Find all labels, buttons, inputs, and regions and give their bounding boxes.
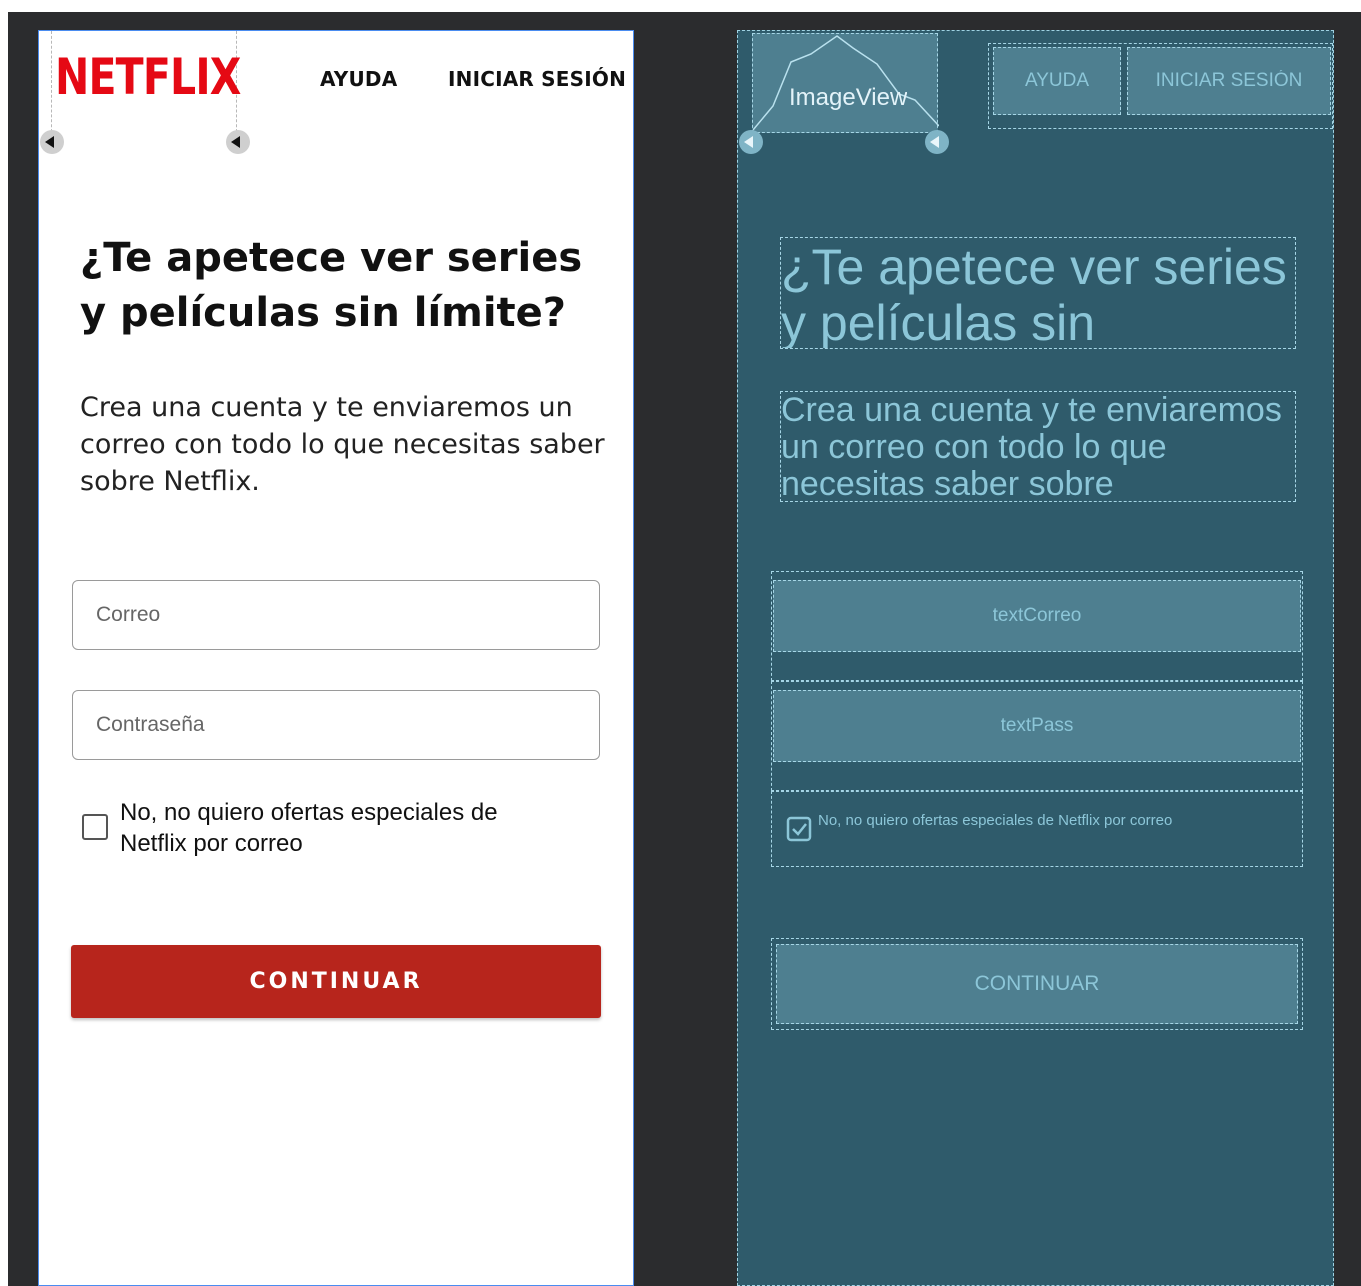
intro-text: Crea una cuenta y te enviaremos un corre… <box>80 392 605 497</box>
blueprint-checkbox-row[interactable]: No, no quiero ofertas especiales de Netf… <box>771 791 1303 867</box>
email-field[interactable] <box>72 580 600 650</box>
login-link[interactable]: INICIAR SESIÓN <box>448 67 626 91</box>
blueprint-help-label: AYUDA <box>1024 70 1090 91</box>
page-title: ¿Te apetece ver series y películas sin l… <box>80 235 583 336</box>
blueprint-imageview-label: ImageView <box>789 84 908 111</box>
offers-checkbox[interactable] <box>82 814 108 840</box>
password-field[interactable] <box>72 690 600 760</box>
blueprint-checkbox-icon <box>786 816 812 842</box>
blueprint-continue-button[interactable]: CONTINUAR <box>776 944 1298 1024</box>
netflix-logo: NETFLIX <box>55 48 241 106</box>
blueprint-continue-label: CONTINUAR <box>974 972 1100 995</box>
blueprint-headline[interactable]: ¿Te apetece ver series y películas sin <box>780 237 1296 349</box>
blueprint-password-id: textPass <box>1000 715 1074 736</box>
blueprint-subtext[interactable]: Crea una cuenta y te enviaremos un corre… <box>780 391 1296 502</box>
blueprint-handle-left-icon[interactable] <box>739 130 763 154</box>
blueprint-handle-right-icon[interactable] <box>925 130 949 154</box>
constraint-handle-left-icon[interactable] <box>40 130 64 154</box>
constraint-handle-right-icon[interactable] <box>226 130 250 154</box>
blueprint-login-label: INICIAR SESIÓN <box>1155 70 1303 91</box>
blueprint-imageview[interactable]: ImageView <box>752 33 939 133</box>
constraint-guide-left <box>51 31 52 137</box>
blueprint-help-button[interactable]: AYUDA <box>993 47 1121 115</box>
offers-checkbox-label[interactable]: No, no quiero ofertas especiales de Netf… <box>120 797 560 859</box>
continue-button[interactable]: CONTINUAR <box>71 945 601 1018</box>
blueprint-checkbox-label: No, no quiero ofertas especiales de Netf… <box>818 812 1173 829</box>
design-preview: NETFLIX AYUDA INICIAR SESIÓN ¿Te apetece… <box>38 30 634 1286</box>
blueprint-login-button[interactable]: INICIAR SESIÓN <box>1127 47 1331 115</box>
blueprint-password-field[interactable]: textPass <box>773 690 1301 762</box>
blueprint-preview: ImageView AYUDA INICIAR SESIÓN ¿Te apete… <box>737 30 1334 1286</box>
blueprint-email-id: textCorreo <box>992 605 1082 626</box>
blueprint-email-field[interactable]: textCorreo <box>773 580 1301 652</box>
help-link[interactable]: AYUDA <box>320 67 397 91</box>
